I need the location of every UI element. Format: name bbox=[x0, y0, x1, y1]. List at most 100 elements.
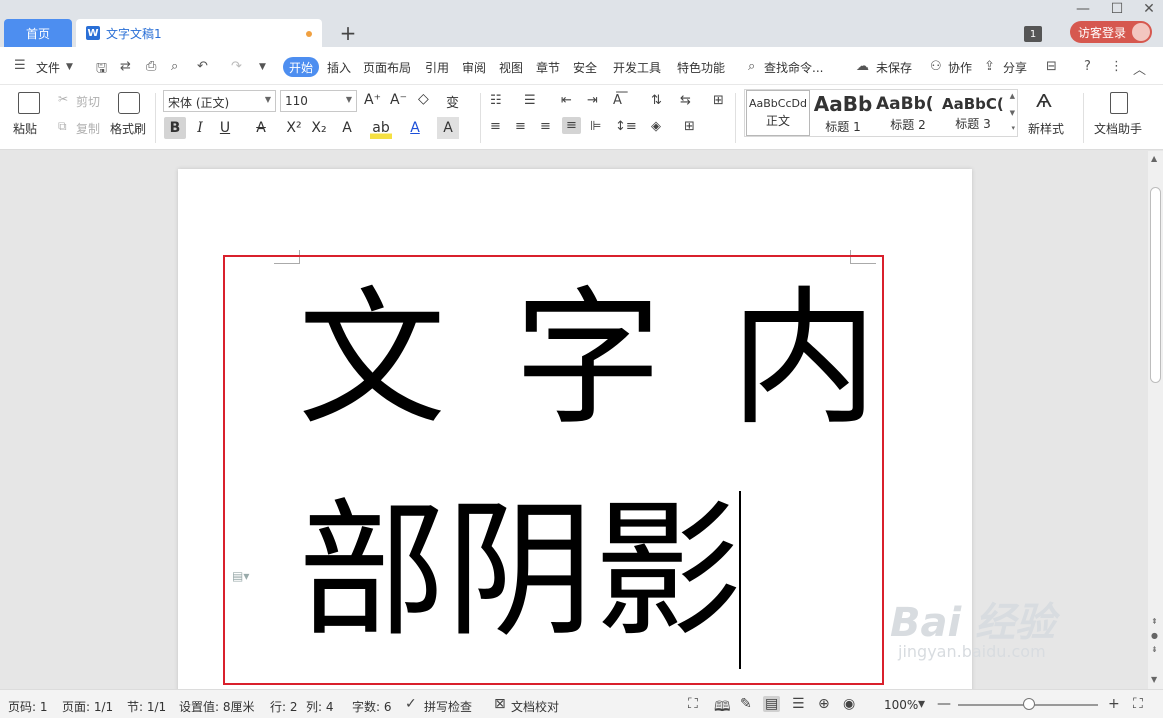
document-page[interactable]: 文字内 部阴影 ▤▾ bbox=[178, 169, 972, 699]
new-tab-button[interactable]: + bbox=[336, 20, 360, 46]
highlight-button[interactable]: ab bbox=[370, 117, 392, 139]
zoom-out-icon[interactable]: — bbox=[937, 696, 951, 712]
menu-tab-developer[interactable]: 开发工具 bbox=[613, 59, 661, 76]
grow-font-icon[interactable]: A⁺ bbox=[364, 92, 381, 108]
scrollbar-thumb[interactable] bbox=[1150, 187, 1161, 383]
document-text-line-2[interactable]: 部阴影 bbox=[298, 491, 742, 651]
scroll-up-icon[interactable]: ▲ bbox=[1151, 154, 1157, 163]
show-marks-icon[interactable]: ⇆ bbox=[680, 93, 691, 108]
window-count-badge[interactable]: 1 bbox=[1024, 26, 1042, 42]
format-painter-icon[interactable] bbox=[118, 92, 140, 114]
font-size-select[interactable]: 110 ▼ bbox=[280, 90, 357, 112]
doc-assistant-icon[interactable] bbox=[1110, 92, 1128, 114]
status-word-count[interactable]: 字数: 6 bbox=[352, 698, 392, 715]
fit-page-icon[interactable]: ⛶ bbox=[1133, 696, 1143, 712]
distribute-icon[interactable]: ⊫ bbox=[590, 119, 601, 134]
command-search[interactable]: 查找命令... bbox=[764, 59, 823, 76]
menu-tab-view[interactable]: 视图 bbox=[499, 59, 523, 76]
maximize-icon[interactable]: ☐ bbox=[1107, 1, 1127, 17]
layout-toggle-icon[interactable]: ⊟ bbox=[1046, 59, 1057, 74]
style-normal[interactable]: AaBbCcDd 正文 bbox=[746, 90, 810, 136]
menu-tab-home[interactable]: 开始 bbox=[283, 57, 319, 77]
shrink-font-icon[interactable]: A⁻ bbox=[390, 92, 407, 108]
italic-button[interactable]: I bbox=[189, 117, 211, 139]
decrease-indent-icon[interactable]: ⇤ bbox=[561, 93, 572, 108]
borders-icon[interactable]: ⊞ bbox=[684, 119, 695, 134]
unsaved-status[interactable]: 未保存 bbox=[876, 59, 912, 76]
next-page-icon[interactable]: ⇟ bbox=[1151, 645, 1158, 654]
minimize-icon[interactable]: — bbox=[1073, 1, 1093, 17]
export-icon[interactable]: ⇄ bbox=[120, 59, 131, 74]
scroll-up-icon[interactable]: ▲ bbox=[1010, 92, 1015, 100]
style-heading-3[interactable]: AaBbC( 标题 3 bbox=[941, 90, 1005, 136]
reading-mode-icon[interactable]: 🕮 bbox=[714, 696, 731, 718]
align-right-icon[interactable]: ≡ bbox=[540, 119, 551, 134]
eye-protection-icon[interactable]: ◉ bbox=[843, 696, 855, 712]
proofread-button[interactable]: 文档校对 bbox=[511, 698, 559, 715]
print-icon[interactable]: ⎙ bbox=[146, 59, 156, 74]
document-text-line-1[interactable]: 文字内 bbox=[298, 279, 946, 439]
menu-tab-review[interactable]: 审阅 bbox=[462, 59, 486, 76]
zoom-slider-handle[interactable] bbox=[1023, 698, 1035, 710]
scroll-down-icon[interactable]: ▼ bbox=[1151, 675, 1157, 684]
tab-document[interactable]: W 文字文稿1 bbox=[76, 19, 322, 47]
bold-button[interactable]: B bbox=[164, 117, 186, 139]
numbered-list-icon[interactable]: ☰ bbox=[524, 93, 536, 108]
select-browse-icon[interactable]: ● bbox=[1151, 631, 1158, 640]
new-style-button[interactable]: 新样式 bbox=[1028, 120, 1064, 137]
prev-page-icon[interactable]: ⇞ bbox=[1151, 617, 1158, 626]
status-section[interactable]: 节: 1/1 bbox=[127, 698, 166, 715]
collab-button[interactable]: 协作 bbox=[948, 59, 972, 76]
status-col[interactable]: 列: 4 bbox=[306, 698, 334, 715]
expand-gallery-icon[interactable]: ▾ bbox=[1011, 124, 1015, 132]
zoom-in-icon[interactable]: + bbox=[1108, 696, 1120, 712]
strikethrough-button[interactable]: A bbox=[250, 117, 272, 139]
spell-check-button[interactable]: 拼写检查 bbox=[424, 698, 472, 715]
copy-button[interactable]: 复制 bbox=[76, 120, 100, 137]
phonetic-icon[interactable]: 变 bbox=[446, 92, 459, 111]
zoom-dropdown-icon[interactable]: ▾ bbox=[918, 696, 925, 712]
format-painter-button[interactable]: 格式刷 bbox=[110, 120, 146, 137]
style-heading-2[interactable]: AaBb( 标题 2 bbox=[875, 90, 941, 136]
vertical-scrollbar[interactable]: ▲ ⇞ ● ⇟ ▼ bbox=[1148, 151, 1163, 689]
menu-tab-insert[interactable]: 插入 bbox=[327, 59, 351, 76]
undo-icon[interactable]: ↶ bbox=[197, 59, 208, 74]
line-spacing-icon[interactable]: ↕≡ bbox=[615, 119, 637, 134]
superscript-button[interactable]: X² bbox=[283, 117, 305, 139]
paragraph-options-icon[interactable]: ▤▾ bbox=[232, 569, 249, 583]
redo-icon[interactable]: ↷ bbox=[231, 59, 242, 74]
increase-indent-icon[interactable]: ⇥ bbox=[587, 93, 598, 108]
font-color-button[interactable]: A bbox=[404, 117, 426, 139]
close-icon[interactable]: ✕ bbox=[1139, 1, 1159, 17]
menu-tab-chapter[interactable]: 章节 bbox=[536, 59, 560, 76]
cut-button[interactable]: 剪切 bbox=[76, 93, 100, 110]
status-page-count[interactable]: 页面: 1/1 bbox=[62, 698, 113, 715]
save-icon[interactable]: 🖫 bbox=[96, 59, 107, 81]
tab-home[interactable]: 首页 bbox=[4, 19, 72, 47]
chinese-layout-icon[interactable]: A͞ bbox=[613, 93, 622, 108]
font-name-select[interactable]: 宋体 (正文) ▼ bbox=[163, 90, 276, 112]
align-center-icon[interactable]: ≡ bbox=[515, 119, 526, 134]
visitor-login-button[interactable]: 访客登录 bbox=[1070, 21, 1152, 43]
fullscreen-icon[interactable]: ⛶ bbox=[688, 696, 698, 712]
status-row[interactable]: 行: 2 bbox=[270, 698, 298, 715]
text-effect-button[interactable]: A bbox=[336, 117, 358, 139]
char-shading-button[interactable]: A bbox=[437, 117, 459, 139]
menu-tab-security[interactable]: 安全 bbox=[573, 59, 597, 76]
collapse-ribbon-icon[interactable]: ︿ bbox=[1133, 59, 1146, 78]
outline-view-icon[interactable]: ☰ bbox=[792, 696, 805, 712]
print-preview-icon[interactable]: ⌕ bbox=[171, 59, 178, 74]
page-view-icon[interactable]: ▤ bbox=[763, 696, 781, 712]
scroll-down-icon[interactable]: ▼ bbox=[1010, 109, 1015, 117]
paste-button[interactable]: 粘贴 bbox=[13, 120, 37, 137]
style-heading-1[interactable]: AaBb 标题 1 bbox=[811, 90, 875, 136]
underline-button[interactable]: U bbox=[214, 117, 236, 139]
web-view-icon[interactable]: ⊕ bbox=[818, 696, 830, 712]
doc-assistant-button[interactable]: 文档助手 bbox=[1094, 120, 1142, 137]
subscript-button[interactable]: X₂ bbox=[308, 117, 330, 139]
status-page-number[interactable]: 页码: 1 bbox=[8, 698, 48, 715]
bullet-list-icon[interactable]: ☷ bbox=[490, 93, 502, 108]
paste-icon[interactable] bbox=[18, 92, 40, 114]
hamburger-icon[interactable]: ☰ bbox=[14, 58, 26, 73]
zoom-level[interactable]: 100% bbox=[884, 698, 918, 712]
